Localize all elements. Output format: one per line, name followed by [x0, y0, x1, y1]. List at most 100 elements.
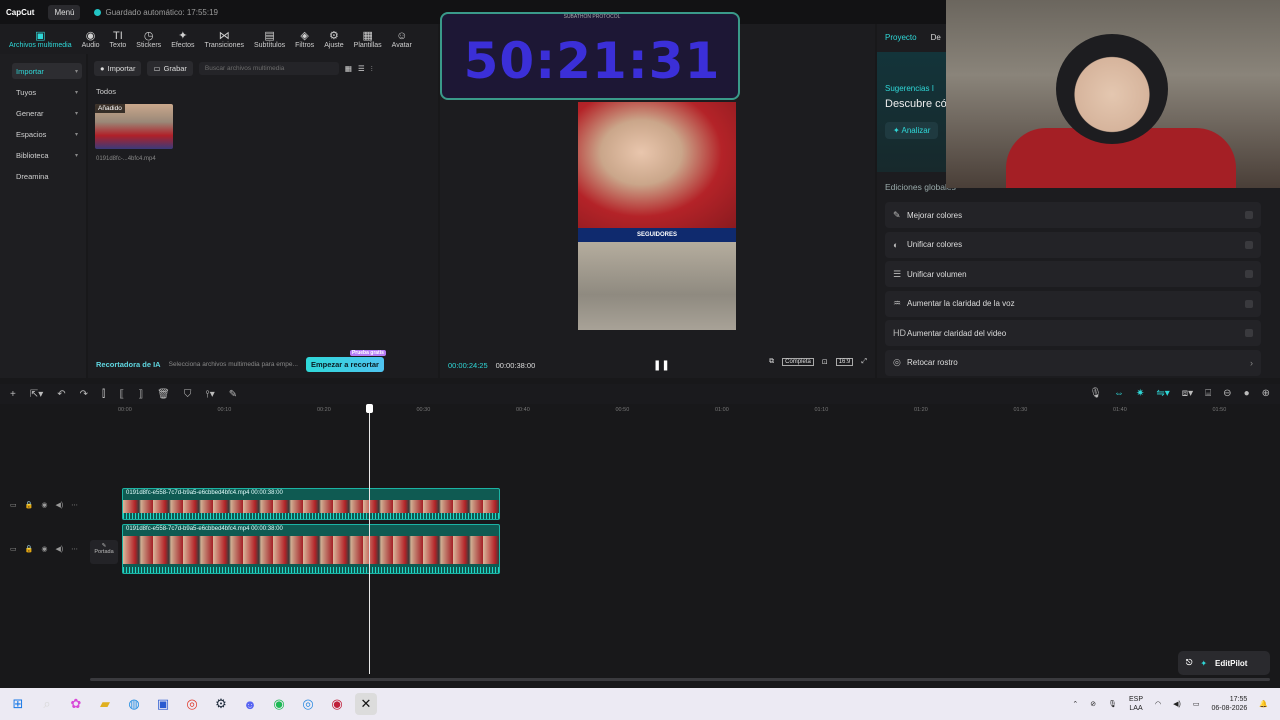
full-quality-toggle[interactable]: Completa	[782, 358, 814, 366]
nav-item-importar[interactable]: Importar ▾	[12, 63, 82, 79]
copilot-icon[interactable]: ✿	[65, 693, 87, 715]
link-icon[interactable]: ⇔	[1114, 388, 1124, 399]
tab-audio[interactable]: ◉ Audio	[79, 25, 103, 53]
crop-icon[interactable]: ⧉	[769, 358, 774, 366]
tab-avatar[interactable]: ☺ Avatar	[389, 25, 415, 53]
redo-icon[interactable]: ↷	[80, 389, 88, 400]
record-button[interactable]: ▭ Grabar	[147, 61, 193, 76]
toggle-checkbox[interactable]	[1245, 270, 1253, 278]
global-edit-row[interactable]: ♒ Aumentar la claridad de la voz	[885, 290, 1261, 317]
select-tool-icon[interactable]: ⇱▾	[30, 389, 43, 400]
file-explorer-icon[interactable]: ▰	[94, 693, 116, 715]
media-search-input[interactable]: Buscar archivos multimedia	[198, 62, 339, 75]
discord-icon[interactable]: ☻	[239, 693, 261, 715]
preview-axis-icon[interactable]: ⧈▾	[1182, 388, 1193, 399]
nav-item-generar[interactable]: Generar ▾	[12, 105, 82, 121]
ratio-button[interactable]: 16:9	[835, 358, 854, 366]
filter-icon[interactable]: ⫶	[371, 64, 373, 74]
global-edit-row[interactable]: ◐ Unificar colores	[885, 231, 1261, 258]
nav-item-dreamina[interactable]: Dreamina	[12, 168, 82, 184]
chrome-profile-icon[interactable]: ◎	[297, 693, 319, 715]
timeline-clip-main[interactable]: 0191d8fc-e558-7c7d-b9a5-e6cbbed4bfc4.mp4…	[122, 524, 500, 574]
tab-media[interactable]: ▣ Archivos multimedia	[6, 25, 75, 53]
search-icon[interactable]: ⌕	[36, 693, 58, 715]
fullscreen-icon[interactable]: ⤢	[861, 358, 867, 366]
global-edit-row[interactable]: ✎ Mejorar colores	[885, 202, 1261, 228]
zoom-in-icon[interactable]: ⊕	[1262, 388, 1270, 399]
global-edit-row[interactable]: ☰ Unificar volumen	[885, 261, 1261, 287]
language-indicator[interactable]: ESP LAA	[1129, 695, 1143, 713]
toggle-checkbox[interactable]	[1245, 211, 1253, 219]
edge-icon[interactable]: ◍	[123, 693, 145, 715]
obs-icon[interactable]: ◉	[326, 693, 348, 715]
track-cover-icon[interactable]: ▭	[10, 501, 17, 509]
track-cover-icon[interactable]: ▭	[10, 545, 17, 553]
media-thumbnail[interactable]: Añadido	[95, 104, 173, 149]
start-trim-button[interactable]: Empezar a recortar Prueba gratis	[305, 349, 386, 372]
tab-sticker[interactable]: ◷ Stickers	[133, 25, 164, 53]
volume-icon[interactable]: ◀)	[55, 501, 63, 509]
tab-project[interactable]: Proyecto	[885, 33, 917, 42]
tray-chevron-icon[interactable]: ⌃	[1072, 700, 1078, 708]
tab-text[interactable]: TI Texto	[107, 25, 130, 53]
chrome-icon[interactable]: ◎	[181, 693, 203, 715]
eye-icon[interactable]: ◉	[41, 545, 47, 553]
battery-icon[interactable]: ▭	[1193, 700, 1200, 708]
steam-icon[interactable]: ⚙	[210, 693, 232, 715]
toggle-checkbox[interactable]	[1245, 240, 1253, 249]
volume-icon[interactable]: ◀)	[55, 545, 63, 553]
playhead-handle[interactable]	[366, 404, 373, 413]
tab-subtitle[interactable]: ▤ Subtítulos	[251, 25, 288, 53]
nav-item-biblioteca[interactable]: Biblioteca ▾	[12, 147, 82, 163]
spotify-icon[interactable]: ◉	[268, 693, 290, 715]
wifi-icon[interactable]: ◠	[1155, 700, 1161, 708]
windows-start-icon[interactable]: ⊞	[7, 693, 29, 715]
store-icon[interactable]: ▣	[152, 693, 174, 715]
tab-template[interactable]: ▦ Plantillas	[351, 25, 385, 53]
timeline-scrollbar[interactable]	[90, 678, 1270, 681]
cover-button[interactable]: ✎ Portada	[90, 540, 118, 564]
zoom-slider[interactable]: ●	[1244, 388, 1250, 399]
trim-right-icon[interactable]: ⟧	[138, 389, 143, 400]
nav-item-espacios[interactable]: Espacios ▾	[12, 126, 82, 142]
analyze-button[interactable]: ✦ Analizar	[885, 122, 939, 139]
caption-icon[interactable]: ⌸	[1205, 388, 1211, 399]
more-icon[interactable]: ⋯	[71, 501, 78, 509]
shield-icon[interactable]: ⛉	[184, 389, 192, 400]
global-edit-row[interactable]: ◎ Retocar rostro ›	[885, 349, 1261, 376]
global-edit-row[interactable]: HD Aumentar claridad del video	[885, 320, 1261, 346]
undo-icon[interactable]: ↶	[57, 389, 65, 400]
playhead[interactable]	[369, 404, 370, 674]
split-icon[interactable]: ⫿	[102, 389, 105, 400]
lock-icon[interactable]: 🔒	[25, 545, 34, 553]
tab-transition[interactable]: ⋈ Transiciones	[202, 25, 247, 53]
toggle-checkbox[interactable]	[1245, 329, 1253, 337]
magnet-icon[interactable]: ✷	[1136, 388, 1144, 399]
tab-details[interactable]: De	[931, 33, 941, 42]
add-icon[interactable]: +	[10, 389, 16, 400]
pause-icon[interactable]: ❚❚	[653, 360, 670, 371]
trim-left-icon[interactable]: ⟦	[119, 389, 124, 400]
draw-icon[interactable]: ✎	[229, 389, 237, 400]
zoom-out-icon[interactable]: ⊖	[1223, 388, 1231, 399]
tab-adjust[interactable]: ⚙ Ajuste	[321, 25, 346, 53]
tab-effects[interactable]: ✦ Efectos	[168, 25, 197, 53]
preview-video[interactable]: SEGUIDORES	[578, 102, 736, 330]
notification-bell-icon[interactable]: 🔔	[1259, 700, 1268, 708]
lock-icon[interactable]: 🔒	[25, 501, 34, 509]
editpilot-button[interactable]: ⎋ ✦ EditPilot	[1178, 651, 1270, 675]
snap-icon[interactable]: ⇋▾	[1156, 388, 1169, 399]
clock[interactable]: 17:55 06-08-2026	[1211, 695, 1247, 713]
tab-filter[interactable]: ◈ Filtros	[292, 25, 317, 53]
mic-icon[interactable]: 🎙	[1089, 388, 1102, 399]
menu-button[interactable]: Menú	[48, 4, 81, 20]
freeze-icon[interactable]: ⫯▾	[205, 389, 214, 400]
tray-mic-icon[interactable]: 🎙	[1108, 700, 1117, 708]
grid-view-icon[interactable]: ▦	[345, 64, 352, 73]
toggle-checkbox[interactable]	[1245, 299, 1253, 308]
eye-icon[interactable]: ◉	[41, 501, 47, 509]
timeline-clip-top[interactable]: 0191d8fc-e558-7c7d-b9a5-e6cbbed4bfc4.mp4…	[122, 488, 500, 520]
more-icon[interactable]: ⋯	[71, 545, 78, 553]
snapshot-icon[interactable]: ⊡	[822, 358, 828, 366]
tray-app-icon[interactable]: ⊘	[1090, 700, 1096, 708]
